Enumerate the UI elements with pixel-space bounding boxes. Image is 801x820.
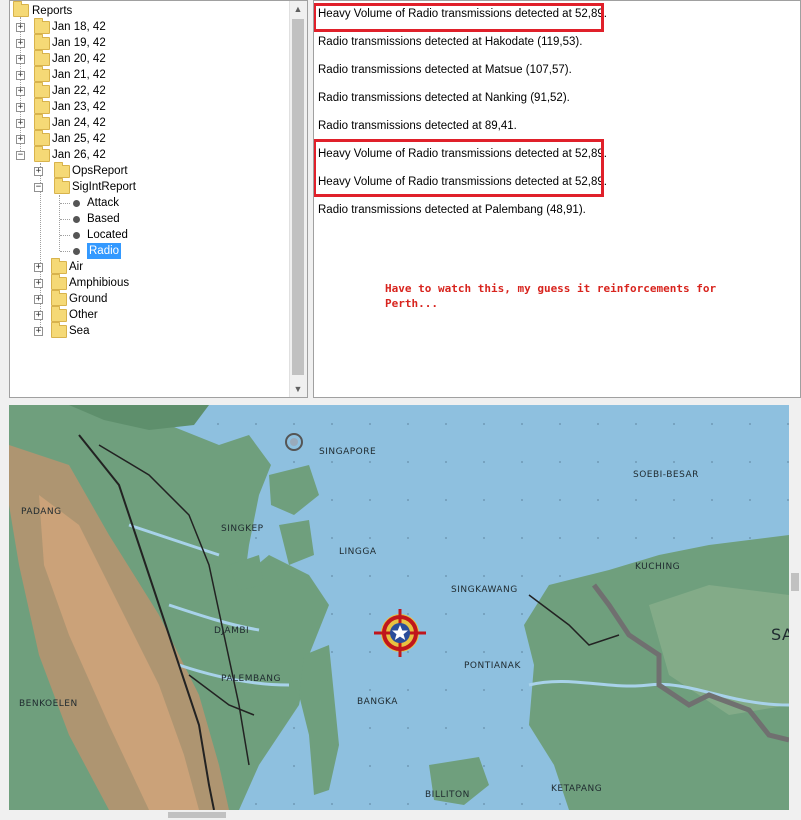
expand-plus-icon[interactable]: + [16,23,25,32]
expand-plus-icon[interactable]: + [16,39,25,48]
map-label-lingga: LINGGA [339,547,377,557]
folder-icon [51,322,67,338]
map-label-palembang: PALEMBANG [221,674,281,684]
bullet-icon [73,216,80,223]
expand-plus-icon[interactable]: + [16,119,25,128]
collapse-minus-icon[interactable]: − [34,183,43,192]
folder-icon [34,82,50,98]
folder-icon [34,50,50,66]
expand-plus-icon[interactable]: + [34,167,43,176]
highlight-box [314,139,604,197]
map-label-singapore: SINGAPORE [319,447,376,457]
tree-scrollbar[interactable]: ▲ ▼ [289,1,307,397]
collapse-minus-icon[interactable]: − [16,151,25,160]
tree-connector [60,219,70,220]
scroll-down-icon[interactable]: ▼ [290,381,306,397]
folder-icon [34,146,50,162]
report-tree[interactable]: Reports + Jan 18, 42 + Jan 19, 42 + Jan 20, 4… [9,0,308,398]
map-label-padang: PADANG [21,507,62,517]
folder-icon [34,34,50,50]
expand-plus-icon[interactable]: + [16,55,25,64]
expand-plus-icon[interactable]: + [34,279,43,288]
map-label-bangka: BANGKA [357,697,398,707]
scroll-thumb[interactable] [168,812,226,818]
tree-connector [60,235,70,236]
bullet-icon [73,200,80,207]
tree-connector [60,203,70,204]
folder-icon [51,290,67,306]
scroll-thumb[interactable] [791,573,799,591]
folder-icon [34,18,50,34]
handwritten-note: Have to watch this, my guess it reinforc… [385,282,717,310]
scroll-thumb[interactable] [292,19,304,375]
bullet-icon [73,232,80,239]
scroll-up-icon[interactable]: ▲ [290,1,306,17]
tree-connector [60,251,70,252]
expand-plus-icon[interactable]: + [16,135,25,144]
expand-plus-icon[interactable]: + [34,311,43,320]
folder-icon [34,130,50,146]
map-horizontal-scrollbar[interactable] [0,810,801,820]
message-line: Radio transmissions detected at Hakodate… [318,36,583,48]
map-label-ketapang: KETAPANG [551,784,602,794]
city-marker-icon [290,438,298,446]
message-line: Radio transmissions detected at 89,41. [318,120,517,132]
folder-icon [54,162,70,178]
folder-icon [51,274,67,290]
folder-icon [51,306,67,322]
folder-icon [13,1,29,17]
highlight-box [314,3,604,32]
expand-plus-icon[interactable]: + [16,103,25,112]
report-messages-pane[interactable]: Heavy Volume of Radio transmissions dete… [313,0,801,398]
folder-icon [34,66,50,82]
strategic-map[interactable]: SINGAPORE SOEBI-BESAR PADANG SINGKEP LIN… [9,405,789,810]
map-label-billiton: BILLITON [425,790,470,800]
expand-plus-icon[interactable]: + [34,263,43,272]
map-label-kuching: KUCHING [635,562,680,572]
expand-plus-icon[interactable]: + [16,87,25,96]
map-canvas[interactable]: SINGAPORE SOEBI-BESAR PADANG SINGKEP LIN… [9,405,789,810]
folder-icon [34,114,50,130]
map-vertical-scrollbar[interactable] [789,405,801,810]
message-line: Radio transmissions detected at Nanking … [318,92,570,104]
map-label-singkawang: SINGKAWANG [451,585,518,595]
map-label-djambi: DJAMBI [214,626,249,636]
expand-plus-icon[interactable]: + [34,295,43,304]
expand-plus-icon[interactable]: + [34,327,43,336]
folder-icon [34,98,50,114]
message-line: Radio transmissions detected at Matsue (… [318,64,572,76]
folder-icon [51,258,67,274]
map-label-singkep: SINGKEP [221,524,264,534]
map-label-sa: SA [771,625,789,644]
message-line: Radio transmissions detected at Palemban… [318,204,586,216]
map-label-benkoelen: BENKOELEN [19,699,78,709]
map-label-soebi-besar: SOEBI-BESAR [633,470,699,480]
expand-plus-icon[interactable]: + [16,71,25,80]
folder-icon [54,178,70,194]
map-label-pontianak: PONTIANAK [464,661,521,671]
bullet-icon [73,248,80,255]
